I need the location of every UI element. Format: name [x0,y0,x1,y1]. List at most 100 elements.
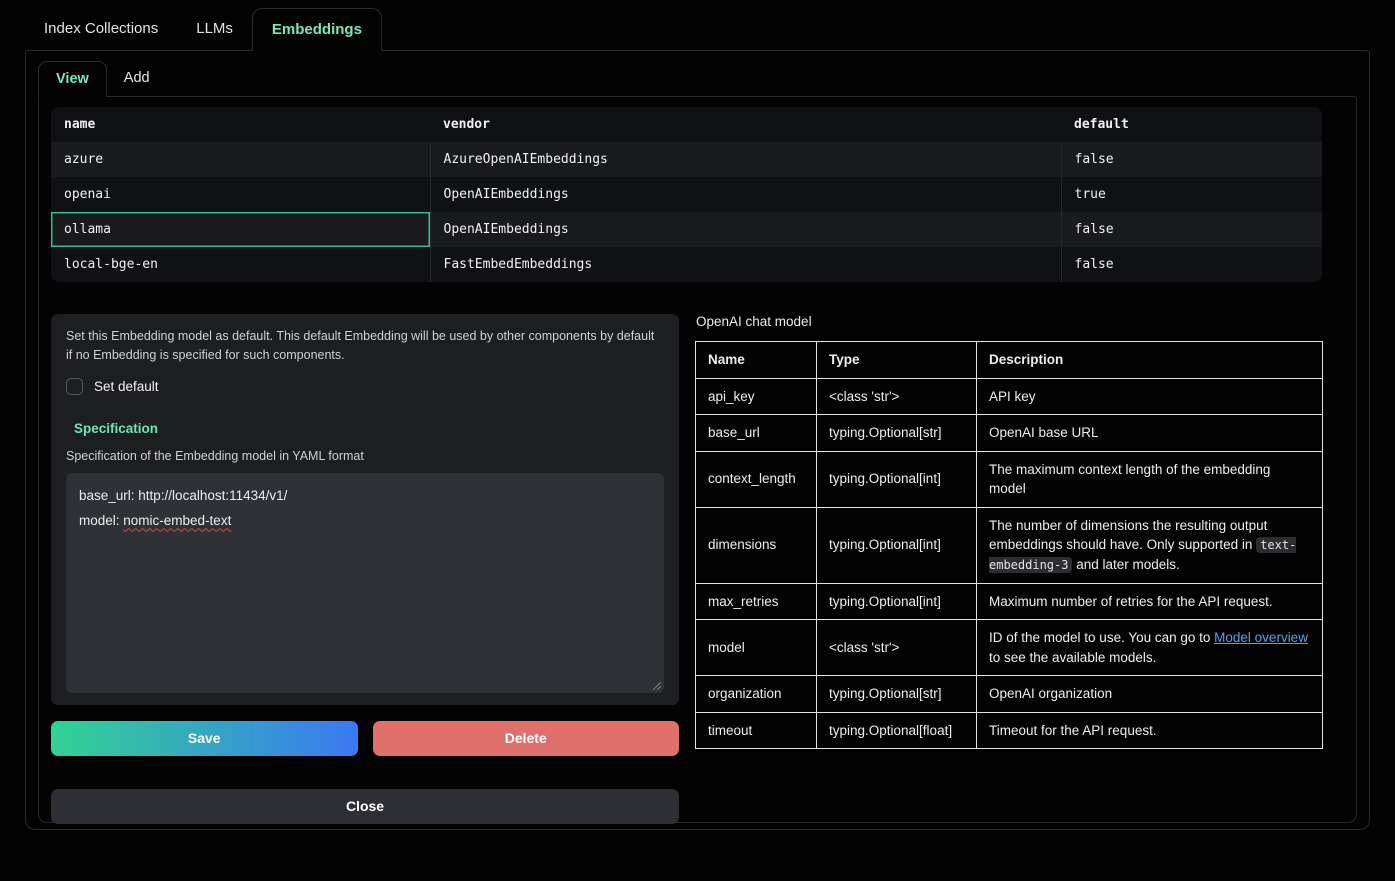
cell-name: azure [51,142,430,177]
set-default-row: Set default [66,378,664,395]
schema-cell-description: OpenAI organization [977,676,1323,713]
embeddings-table: name vendor default azureAzureOpenAIEmbe… [51,107,1322,282]
schema-column-type: Type [817,342,977,379]
set-default-checkbox[interactable] [66,378,83,395]
schema-cell-description: OpenAI base URL [977,415,1323,452]
schema-cell-description: The number of dimensions the resulting o… [977,507,1323,583]
schema-cell-description: Maximum number of retries for the API re… [977,583,1323,620]
cell-name: ollama [51,212,430,247]
schema-row: context_lengthtyping.Optional[int] The ma… [696,451,1323,507]
schema-cell-description: The maximum context length of the embedd… [977,451,1323,507]
schema-title: OpenAI chat model [695,314,1322,329]
schema-cell-name: timeout [696,712,817,749]
specification-heading: Specification [74,421,664,436]
description-text: OpenAI base URL [989,425,1099,440]
schema-table: Name Type Description api_key<class 'str… [695,341,1323,749]
tab-index-collections[interactable]: Index Collections [25,8,177,50]
spec-text: model: [79,513,123,528]
description-text: ID of the model to use. You can go to [989,630,1214,645]
description-text: OpenAI organization [989,686,1112,701]
view-tab-panel: name vendor default azureAzureOpenAIEmbe… [38,96,1357,823]
column-header-default: default [1061,107,1322,142]
specification-help-text: Specification of the Embedding model in … [66,449,664,463]
schema-cell-type: <class 'str'> [817,378,977,415]
cell-vendor: AzureOpenAIEmbeddings [430,142,1061,177]
cell-default: false [1061,247,1322,282]
subtab-add[interactable]: Add [107,61,167,96]
schema-column-description: Description [977,342,1323,379]
spec-text: nomic-embed-text [123,513,231,528]
schema-row: model<class 'str'>ID of the model to use… [696,620,1323,676]
schema-cell-name: base_url [696,415,817,452]
schema-cell-type: typing.Optional[int] [817,507,977,583]
spec-yaml-editor[interactable]: base_url: http://localhost:11434/v1/mode… [66,473,664,693]
schema-row: organizationtyping.Optional[str] OpenAI o… [696,676,1323,713]
schema-row: timeouttyping.Optional[float] Timeout for… [696,712,1323,749]
tab-embeddings[interactable]: Embeddings [252,8,382,51]
schema-row: dimensionstyping.Optional[int] The number… [696,507,1323,583]
cell-name: openai [51,177,430,212]
sub-tab-bar: ViewAdd [38,61,1357,96]
table-row[interactable]: ollamaOpenAIEmbeddingsfalse [51,212,1322,247]
top-tab-bar: Index CollectionsLLMsEmbeddings [25,8,1370,50]
model-schema-column: OpenAI chat model Name Type Description … [695,314,1322,824]
schema-cell-type: <class 'str'> [817,620,977,676]
description-text: to see the available models. [989,650,1156,665]
embeddings-table-header-row: name vendor default [51,107,1322,142]
schema-cell-description: ID of the model to use. You can go to Mo… [977,620,1323,676]
description-text: API key [989,389,1036,404]
table-row[interactable]: local-bge-enFastEmbedEmbeddingsfalse [51,247,1322,282]
schema-cell-type: typing.Optional[int] [817,451,977,507]
spec-editor-line: base_url: http://localhost:11434/v1/ [79,484,651,509]
subtab-view[interactable]: View [38,61,107,97]
schema-cell-name: dimensions [696,507,817,583]
column-header-name: name [51,107,430,142]
cell-vendor: FastEmbedEmbeddings [430,247,1061,282]
schema-cell-name: context_length [696,451,817,507]
spec-editor-line: model: nomic-embed-text [79,509,651,534]
embedding-detail-card: Set this Embedding model as default. Thi… [51,314,679,705]
model-overview-link[interactable]: Model overview [1214,630,1308,645]
schema-cell-name: api_key [696,378,817,415]
schema-cell-type: typing.Optional[int] [817,583,977,620]
cell-default: false [1061,142,1322,177]
resize-handle-icon[interactable] [651,680,661,690]
schema-column-name: Name [696,342,817,379]
schema-cell-description: API key [977,378,1323,415]
cell-vendor: OpenAIEmbeddings [430,212,1061,247]
schema-header-row: Name Type Description [696,342,1323,379]
description-text: Timeout for the API request. [989,723,1157,738]
schema-cell-name: model [696,620,817,676]
spec-text: base_url: http://localhost:11434/v1/ [79,488,287,503]
set-default-label: Set default [94,379,159,394]
description-text: Maximum number of retries for the API re… [989,594,1273,609]
tab-llms[interactable]: LLMs [177,8,252,50]
schema-cell-type: typing.Optional[float] [817,712,977,749]
delete-button[interactable]: Delete [373,721,680,756]
table-row[interactable]: azureAzureOpenAIEmbeddingsfalse [51,142,1322,177]
detail-area: Set this Embedding model as default. Thi… [51,314,1344,824]
embedding-detail-column: Set this Embedding model as default. Thi… [51,314,679,824]
cell-vendor: OpenAIEmbeddings [430,177,1061,212]
schema-cell-name: organization [696,676,817,713]
column-header-vendor: vendor [430,107,1061,142]
cell-name: local-bge-en [51,247,430,282]
description-text: The maximum context length of the embedd… [989,462,1270,497]
set-default-help-text: Set this Embedding model as default. Thi… [66,327,664,366]
table-row[interactable]: openaiOpenAIEmbeddingstrue [51,177,1322,212]
schema-row: base_urltyping.Optional[str] OpenAI base … [696,415,1323,452]
save-button[interactable]: Save [51,721,358,756]
schema-row: api_key<class 'str'> API key [696,378,1323,415]
action-button-row: Save Delete [51,721,679,756]
schema-cell-type: typing.Optional[str] [817,415,977,452]
cell-default: false [1061,212,1322,247]
description-text: and later models. [1072,557,1179,572]
cell-default: true [1061,177,1322,212]
embeddings-tab-panel: ViewAdd name vendor default azureAzureOp… [25,50,1370,830]
schema-cell-name: max_retries [696,583,817,620]
close-button[interactable]: Close [51,789,679,824]
schema-row: max_retriestyping.Optional[int] Maximum n… [696,583,1323,620]
schema-cell-description: Timeout for the API request. [977,712,1323,749]
schema-cell-type: typing.Optional[str] [817,676,977,713]
description-text: The number of dimensions the resulting o… [989,518,1267,553]
